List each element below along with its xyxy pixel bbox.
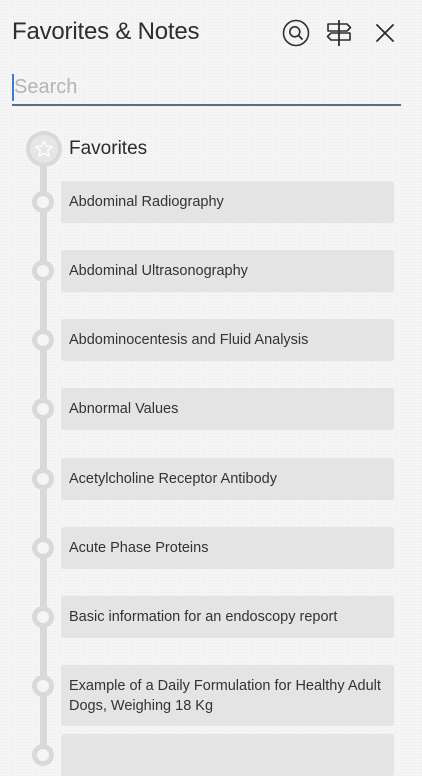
timeline-node [32, 260, 54, 282]
favorites-section-header[interactable]: Favorites [0, 128, 422, 170]
list-item[interactable]: Acetylcholine Receptor Antibody [0, 458, 422, 500]
favorite-card[interactable]: Abdominal Ultrasonography [61, 250, 394, 292]
page-title: Favorites & Notes [12, 18, 200, 45]
list-item[interactable]: Basic information for an endoscopy repor… [0, 596, 422, 638]
search-input[interactable] [12, 70, 401, 104]
timeline-node [32, 398, 54, 420]
favorites-label: Favorites [69, 138, 148, 159]
list-item[interactable]: Example of a Daily Formulation for Healt… [0, 665, 422, 726]
list-item[interactable] [0, 734, 422, 776]
favorite-card[interactable]: Example of a Daily Formulation for Healt… [61, 665, 394, 726]
favorite-card[interactable]: Abdominocentesis and Fluid Analysis [61, 319, 394, 361]
search-circle-icon[interactable] [281, 18, 311, 48]
timeline-node [32, 191, 54, 213]
text-caret [12, 74, 14, 101]
signpost-icon[interactable] [324, 18, 354, 48]
list-item[interactable]: Abdominal Radiography [0, 181, 422, 223]
timeline-node [32, 329, 54, 351]
list-item[interactable]: Abdominocentesis and Fluid Analysis [0, 319, 422, 361]
star-icon [35, 140, 53, 157]
close-icon[interactable] [370, 18, 400, 48]
favorite-card[interactable]: Abdominal Radiography [61, 181, 394, 223]
timeline-node [32, 744, 54, 766]
header-bar: Favorites & Notes [0, 0, 422, 70]
favorite-card[interactable] [61, 734, 394, 776]
timeline-node [32, 468, 54, 490]
favorites-badge [26, 131, 62, 167]
timeline-node [32, 606, 54, 628]
list-item[interactable]: Acute Phase Proteins [0, 527, 422, 569]
favorite-card[interactable]: Acetylcholine Receptor Antibody [61, 458, 394, 500]
favorite-card[interactable]: Abnormal Values [61, 388, 394, 430]
favorite-card[interactable]: Acute Phase Proteins [61, 527, 394, 569]
search-field[interactable] [12, 70, 401, 106]
list-item[interactable]: Abdominal Ultrasonography [0, 250, 422, 292]
timeline-node [32, 675, 54, 697]
favorite-card[interactable]: Basic information for an endoscopy repor… [61, 596, 394, 638]
timeline-node [32, 537, 54, 559]
list-item[interactable]: Abnormal Values [0, 388, 422, 430]
